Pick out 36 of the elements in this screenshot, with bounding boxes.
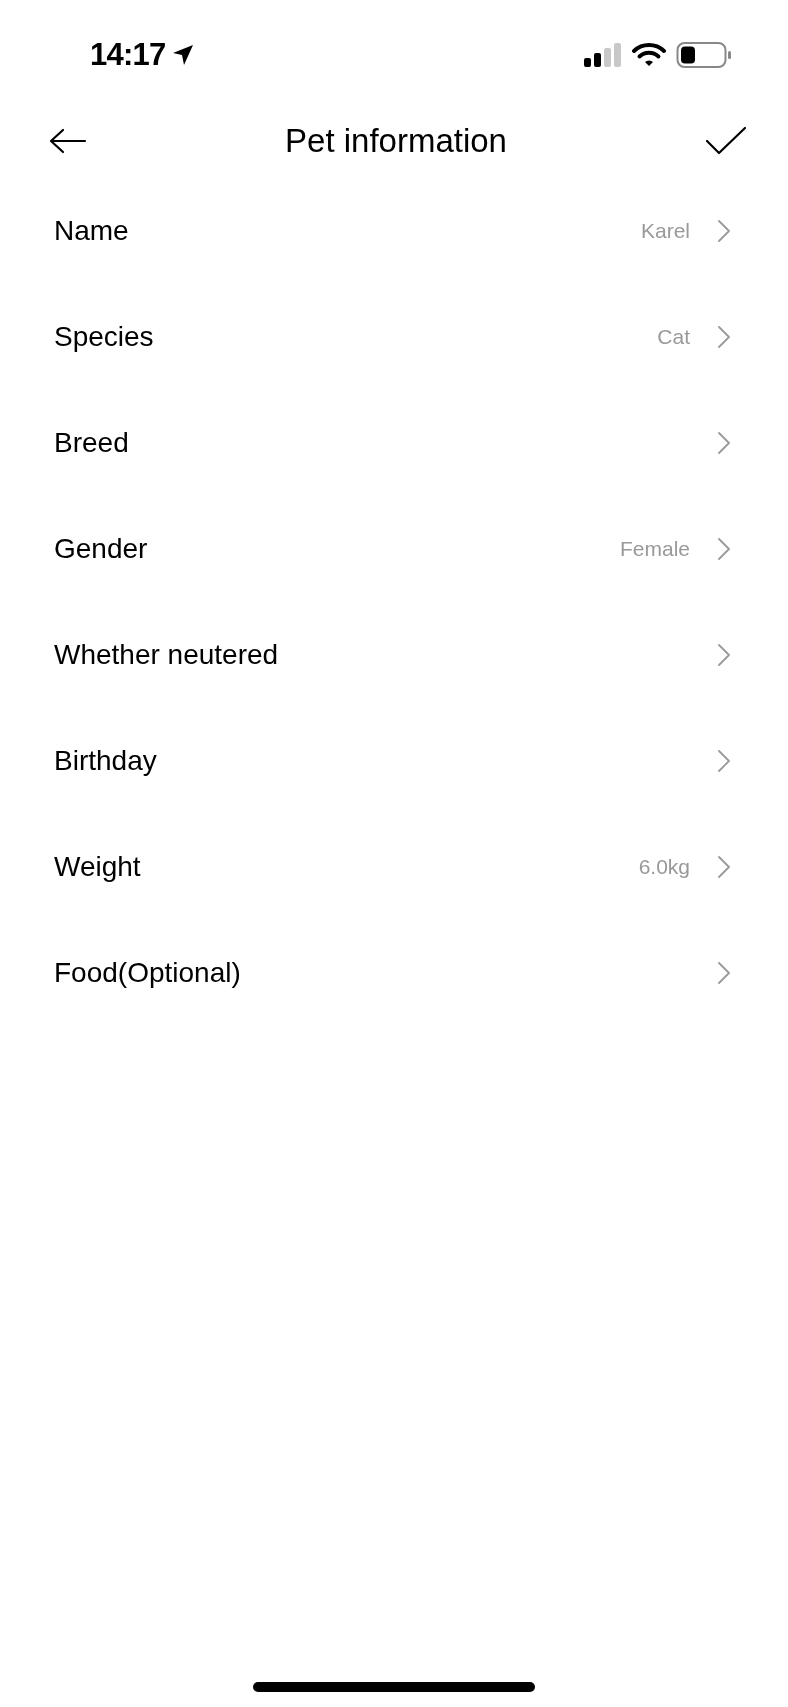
chevron-right-icon [718,326,730,348]
field-label: Birthday [54,744,157,778]
status-time: 14:17 [90,35,166,74]
field-row[interactable]: Gender Female [0,496,788,602]
field-row[interactable]: Whether neutered [0,602,788,708]
page-title: Pet information [285,121,507,162]
field-row[interactable]: Breed [0,390,788,496]
chevron-right-icon [718,432,730,454]
checkmark-icon [705,126,747,156]
chevron-right-icon [718,538,730,560]
field-row[interactable]: Food(Optional) [0,920,788,1026]
location-arrow-icon [171,43,196,67]
field-row[interactable]: Name Karel [0,178,788,284]
field-label: Name [54,214,129,248]
field-row[interactable]: Weight 6.0kg [0,814,788,920]
chevron-right-icon [718,220,730,242]
chevron-right-icon [718,644,730,666]
field-row[interactable]: Species Cat [0,284,788,390]
field-row[interactable]: Birthday [0,708,788,814]
field-label: Breed [54,426,129,460]
field-value: Female [619,536,690,563]
battery-icon [676,41,732,69]
field-value: Cat [657,324,690,351]
field-label: Whether neutered [54,638,279,672]
wifi-icon [632,42,666,68]
back-arrow-icon [49,128,87,154]
signal-icon [584,43,622,67]
chevron-right-icon [718,962,730,984]
field-value: 6.0kg [638,854,690,881]
field-label: Weight [54,850,141,884]
field-label: Food(Optional) [54,956,241,990]
chevron-right-icon [718,856,730,878]
field-value: Karel [640,218,690,245]
field-label: Species [54,320,154,354]
chevron-right-icon [718,750,730,772]
field-label: Gender [54,532,148,566]
